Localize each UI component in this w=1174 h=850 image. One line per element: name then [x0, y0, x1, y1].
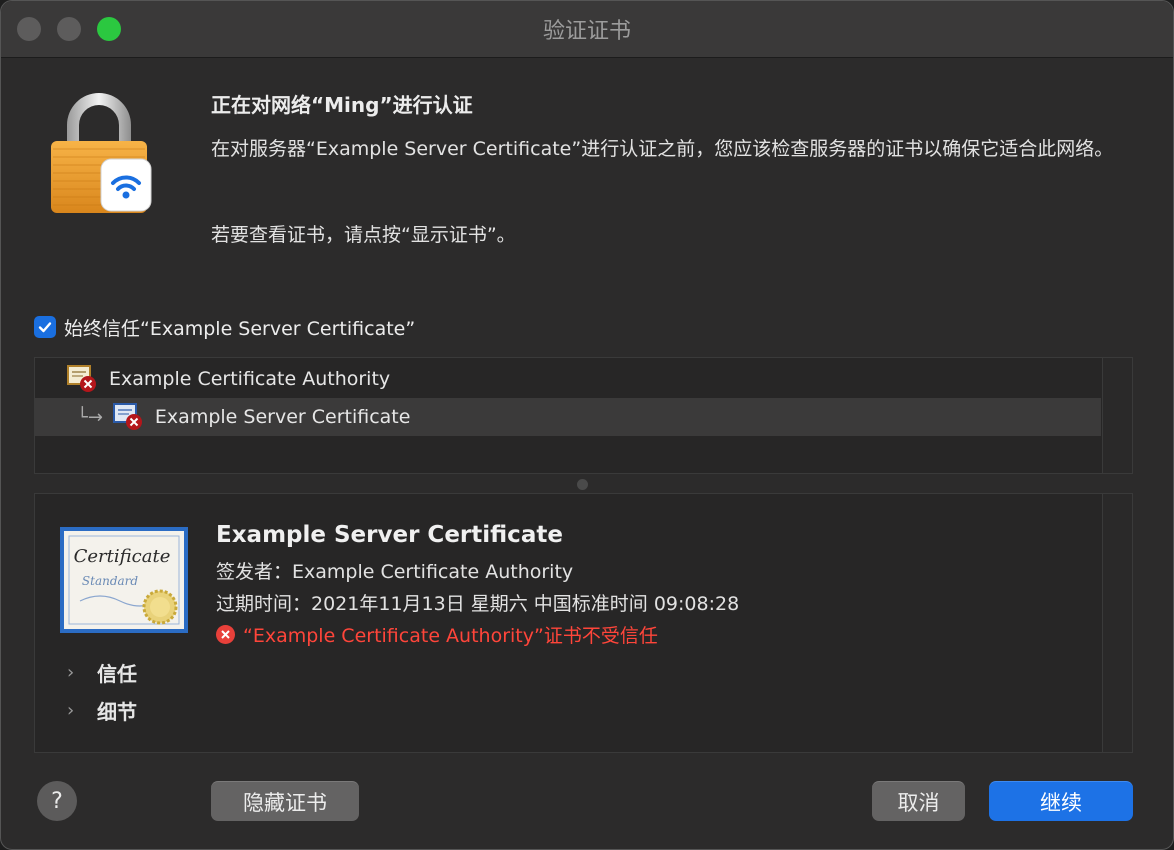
certificate-error-row: “Example Certificate Authority”证书不受信任 — [216, 621, 658, 648]
help-button[interactable]: ? — [37, 781, 77, 821]
certificate-detail: Certificate Standard Example Server Cert… — [34, 493, 1133, 753]
error-icon — [216, 625, 235, 644]
panel-splitter-handle[interactable] — [577, 479, 588, 490]
details-disclosure[interactable]: › 细节 — [67, 696, 137, 725]
cancel-button[interactable]: 取消 — [872, 781, 965, 821]
dialog-hint: 若要查看证书，请点按“显示证书”。 — [211, 224, 516, 246]
hide-certificate-button[interactable]: 隐藏证书 — [211, 781, 359, 821]
always-trust-checkbox[interactable] — [34, 316, 56, 338]
detail-scrollbar[interactable] — [1102, 494, 1132, 752]
certificate-dialog: 验证证书 正在对网络“Ming”进行认证 在对服务器“Example Serve… — [0, 0, 1174, 850]
titlebar: 验证证书 — [1, 1, 1173, 58]
checkmark-icon — [38, 322, 52, 333]
window-title: 验证证书 — [542, 19, 631, 44]
trust-disclosure[interactable]: › 信任 — [67, 658, 137, 687]
certificate-error-icon — [112, 403, 142, 430]
details-section-label: 细节 — [97, 700, 137, 724]
certificate-icon: Certificate Standard — [60, 527, 188, 633]
tree-scrollbar[interactable] — [1102, 358, 1132, 473]
certificate-issuer: 签发者：Example Certificate Authority — [216, 561, 574, 583]
certificate-error-text: “Example Certificate Authority”证书不受信任 — [243, 625, 658, 647]
always-trust-row[interactable]: 始终信任“Example Server Certificate” — [34, 313, 415, 341]
tree-item-server[interactable]: └→ Example Server Certificate — [35, 398, 1101, 436]
chevron-right-icon: › — [67, 662, 75, 683]
certificate-error-icon — [67, 365, 96, 392]
tree-item-label: Example Server Certificate — [154, 406, 411, 428]
certificate-tree: Example Certificate Authority └→ Example… — [34, 357, 1133, 474]
continue-button[interactable]: 继续 — [989, 781, 1133, 821]
tree-branch-icon: └→ — [77, 406, 103, 428]
tree-item-label: Example Certificate Authority — [109, 368, 391, 390]
certificate-title: Example Server Certificate — [216, 522, 563, 548]
dialog-description: 在对服务器“Example Server Certificate”进行认证之前，… — [211, 138, 1114, 160]
certificate-expiry: 过期时间：2021年11月13日 星期六 中国标准时间 09:08:28 — [216, 593, 740, 615]
dialog-heading: 正在对网络“Ming”进行认证 — [211, 93, 473, 117]
certificate-icon-title: Certificate — [74, 546, 171, 567]
chevron-right-icon: › — [67, 700, 75, 721]
trust-section-label: 信任 — [97, 662, 137, 686]
always-trust-label: 始终信任“Example Server Certificate” — [64, 317, 416, 340]
lock-wifi-icon — [51, 93, 152, 213]
tree-item-ca[interactable]: Example Certificate Authority — [35, 360, 1101, 398]
certificate-icon-subtitle: Standard — [82, 574, 138, 588]
